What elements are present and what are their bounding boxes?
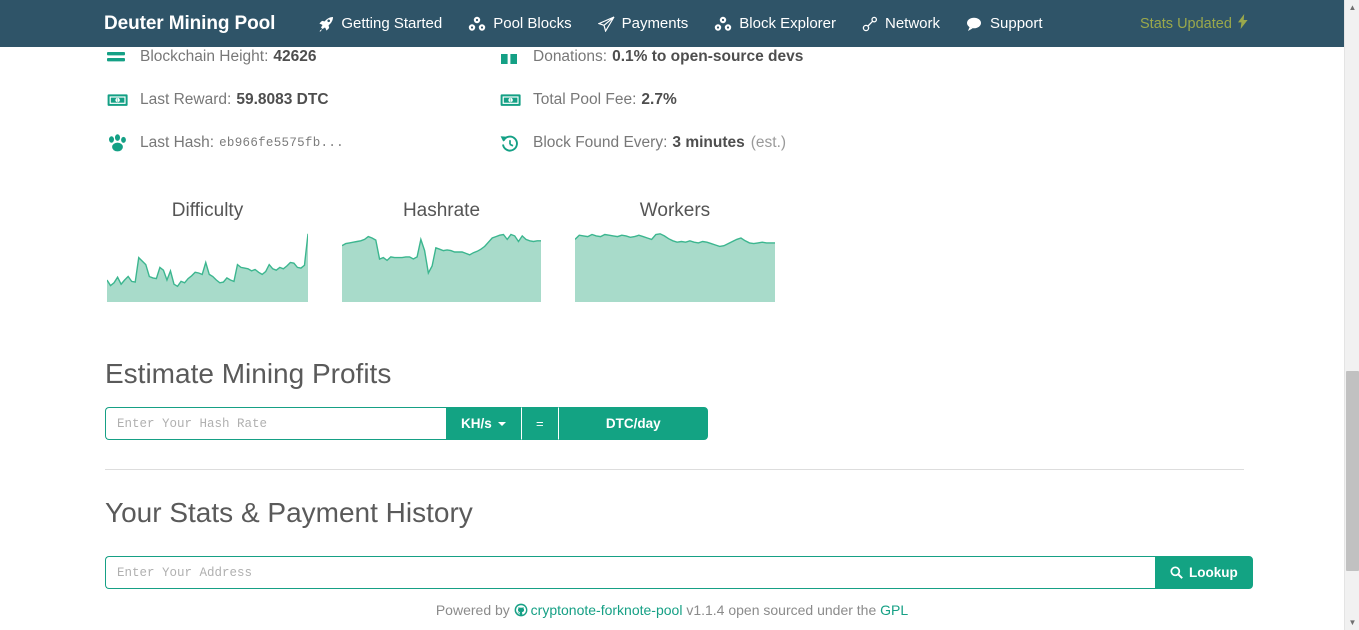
brand-title[interactable]: Deuter Mining Pool <box>104 13 275 35</box>
hash-rate-unit-dropdown[interactable]: KH/s <box>446 407 521 440</box>
stats-updated-label: Stats Updated <box>1140 15 1232 32</box>
bars-icon <box>107 49 131 65</box>
stat-value: 42626 <box>273 48 317 65</box>
footer-powered-by: Powered by <box>435 602 510 618</box>
nav-item-payments[interactable]: Payments <box>585 15 702 32</box>
top-navbar: Deuter Mining Pool Getting Started Pool … <box>0 0 1344 47</box>
footer-project-link[interactable]: cryptonote-forknote-pool <box>531 602 683 618</box>
cubes-icon <box>714 16 732 32</box>
lookup-button[interactable]: Lookup <box>1155 556 1253 589</box>
scrollbar-thumb[interactable] <box>1346 371 1359 571</box>
gift-icon <box>500 49 524 65</box>
difficulty-sparkline <box>107 230 308 302</box>
nav-item-network[interactable]: Network <box>849 15 953 32</box>
comment-icon <box>966 16 983 32</box>
stat-value-suffix: (est.) <box>750 134 787 151</box>
link-icon <box>862 16 878 32</box>
stat-value: 3 minutes <box>672 134 745 151</box>
your-stats-heading: Your Stats & Payment History <box>105 497 473 528</box>
stat-value: 0.1% to open-source devs <box>612 48 804 65</box>
nav-links: Getting Started Pool Blocks Payments Blo… <box>305 15 1055 32</box>
stat-last-reward: 1 Last Reward: 59.8083 DTC <box>107 91 329 109</box>
stat-last-hash: Last Hash: eb966fe5575fb... <box>107 134 344 152</box>
address-input[interactable] <box>105 556 1155 589</box>
address-lookup-group: Lookup <box>105 556 1253 589</box>
stat-total-pool-fee: 1 Total Pool Fee: 2.7% <box>500 91 677 109</box>
nav-item-support[interactable]: Support <box>953 15 1056 32</box>
history-icon <box>500 134 524 152</box>
nav-label: Support <box>990 15 1043 32</box>
stat-value: 59.8083 DTC <box>236 91 329 108</box>
nav-item-block-explorer[interactable]: Block Explorer <box>701 15 849 32</box>
stat-label: Last Hash: <box>140 134 215 151</box>
stat-label: Donations: <box>533 48 608 65</box>
money-bill-icon: 1 <box>500 92 524 108</box>
stat-label: Total Pool Fee: <box>533 91 637 108</box>
stat-blockchain-height: Blockchain Height: 42626 <box>107 48 316 66</box>
chart-title: Difficulty <box>171 200 244 221</box>
stat-donations: Donations: 0.1% to open-source devs <box>500 48 803 66</box>
rocket-icon <box>318 16 334 32</box>
section-divider <box>105 469 1244 470</box>
nav-label: Getting Started <box>341 15 443 32</box>
nav-label: Pool Blocks <box>493 15 572 32</box>
scroll-up-icon[interactable]: ▲ <box>1345 0 1359 15</box>
equals-addon: = <box>520 407 559 440</box>
nav-item-pool-blocks[interactable]: Pool Blocks <box>455 15 584 32</box>
page-footer: Powered by cryptonote-forknote-pool v1.1… <box>0 602 1344 618</box>
hash-rate-input[interactable] <box>105 407 446 440</box>
nav-label: Block Explorer <box>739 15 836 32</box>
estimate-input-group: KH/s = DTC/day <box>105 407 708 440</box>
nav-label: Payments <box>621 15 689 32</box>
chart-difficulty: Difficulty <box>107 200 308 302</box>
search-icon <box>1170 566 1183 579</box>
scroll-down-icon[interactable]: ▼ <box>1345 615 1359 630</box>
hashrate-sparkline <box>342 230 541 302</box>
unit-label: KH/s <box>461 416 492 431</box>
stat-label: Blockchain Height: <box>140 48 269 65</box>
nav-item-getting-started[interactable]: Getting Started <box>305 15 455 32</box>
stat-label: Block Found Every: <box>533 134 668 151</box>
chart-title: Workers <box>639 200 711 221</box>
page-scrollbar[interactable]: ▲ ▼ <box>1344 0 1359 630</box>
stat-block-found-every: Block Found Every: 3 minutes (est.) <box>500 134 786 152</box>
stat-value: eb966fe5575fb... <box>219 136 344 150</box>
github-icon <box>514 603 528 617</box>
chevron-down-icon <box>497 421 506 426</box>
stats-updated-indicator[interactable]: Stats Updated <box>1140 14 1248 33</box>
bolt-icon <box>1237 14 1248 33</box>
workers-sparkline <box>575 230 775 302</box>
lookup-label: Lookup <box>1189 565 1238 580</box>
page-root: Deuter Mining Pool Getting Started Pool … <box>0 0 1359 630</box>
estimate-heading: Estimate Mining Profits <box>105 358 392 389</box>
footer-version: v1.1.4 open sourced under the <box>686 602 877 618</box>
paw-icon <box>107 134 131 152</box>
footer-license-link[interactable]: GPL <box>880 602 908 618</box>
cubes-icon <box>468 16 486 32</box>
chart-hashrate: Hashrate <box>342 200 541 302</box>
chart-workers: Workers <box>575 200 775 302</box>
stat-label: Last Reward: <box>140 91 232 108</box>
stat-value: 2.7% <box>641 91 677 108</box>
estimate-result: DTC/day <box>558 407 708 440</box>
paper-plane-icon <box>597 15 615 32</box>
nav-label: Network <box>885 15 941 32</box>
chart-title: Hashrate <box>402 200 481 221</box>
money-bill-icon: 1 <box>107 92 131 108</box>
